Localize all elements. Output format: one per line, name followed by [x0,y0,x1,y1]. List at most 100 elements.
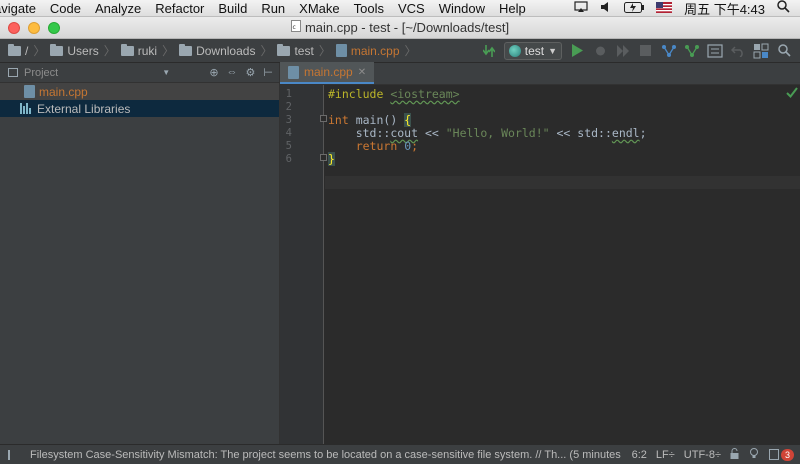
fold-marker-icon[interactable] [320,154,327,161]
battery-icon[interactable] [624,1,645,16]
run-coverage-icon[interactable] [615,43,631,59]
breadcrumb-users[interactable]: Users [50,43,99,58]
gear-icon[interactable]: ⚙ [246,66,256,79]
breadcrumb-separator: 〉 [33,44,46,58]
menu-tools[interactable]: Tools [347,0,391,17]
menu-bar: avigate Code Analyze Refactor Build Run … [0,0,800,17]
code-line-6: } [328,152,335,166]
navigation-bar: / 〉 Users 〉 ruki 〉 Downloads 〉 test 〉 ma… [0,39,800,63]
flag-icon[interactable] [656,1,673,16]
project-view-select[interactable]: Project [24,67,58,79]
breadcrumb-separator: 〉 [260,44,273,58]
code-line-1: #include <iostream> [328,87,460,101]
menu-code[interactable]: Code [43,0,88,17]
airplay-icon[interactable] [574,0,588,16]
breadcrumb-downloads[interactable]: Downloads [179,43,255,58]
svg-text:c: c [292,24,295,31]
tree-item-external-libraries[interactable]: External Libraries [0,100,279,117]
tree-item-main-cpp[interactable]: main.cpp [0,83,279,100]
breadcrumb-separator: 〉 [103,44,116,58]
vcs-commit-icon[interactable] [684,43,700,59]
caret-position[interactable]: 6:2 [632,449,647,461]
zoom-window-button[interactable] [48,22,60,34]
run-configuration-select[interactable]: test ▼ [503,41,562,60]
caret-row-highlight [325,176,800,189]
vcs-update-icon[interactable] [661,43,677,59]
menu-run[interactable]: Run [254,0,292,17]
tool-windows-icon[interactable] [8,449,10,460]
line-number: 4 [285,127,292,139]
window-title: main.cpp - test - [~/Downloads/test] [304,20,510,35]
folder-icon [179,43,193,56]
breadcrumb-separator: 〉 [162,44,175,58]
menu-vcs[interactable]: VCS [391,0,432,17]
collapse-all-icon[interactable]: ⇔ [227,66,238,79]
folder-icon [50,43,64,56]
window-title-bar: c main.cpp - test - [~/Downloads/test] [0,17,800,39]
project-view-icon [8,68,18,77]
breadcrumb-separator: 〉 [404,44,417,58]
config-icon [508,44,521,57]
search-everywhere-icon[interactable] [776,43,792,59]
menu-help[interactable]: Help [492,0,533,17]
folder-icon [8,43,21,56]
stop-icon[interactable] [638,43,654,59]
cpp-file-icon [335,44,347,57]
line-number: 5 [285,140,292,152]
dropdown-arrow-icon: ▼ [548,45,557,56]
library-icon [20,103,33,114]
scroll-from-source-icon[interactable]: ⊕ [209,66,218,79]
folder-icon [120,43,134,56]
lock-icon[interactable] [730,447,739,462]
menu-xmake[interactable]: XMake [292,0,346,17]
toolbar: test ▼ [481,41,800,60]
notification-count-badge: 3 [780,448,794,461]
editor-pane: main.cpp ✕ 1 2 3 4 5 6 #include <iostrea… [280,62,800,444]
menu-build[interactable]: Build [211,0,254,17]
project-structure-icon[interactable] [753,43,769,59]
line-number: 3 [285,114,292,126]
chevron-down-icon[interactable]: ▼ [162,68,170,77]
revert-icon[interactable] [730,43,746,59]
cpp-file-icon: c [290,17,301,39]
line-number: 6 [285,153,292,165]
menu-window[interactable]: Window [432,0,492,17]
minimize-window-button[interactable] [28,22,40,34]
inspector-icon[interactable] [748,447,760,462]
code-line-5: return 0; [355,139,419,153]
build-icon[interactable] [481,43,497,59]
search-icon[interactable] [777,0,790,16]
menu-navigate[interactable]: avigate [0,0,43,17]
menubar-clock[interactable]: 周五 下午4:43 [684,0,765,18]
line-number: 1 [285,88,292,100]
project-header: Project ▼ ⊕ ⇔ ⚙ ⊢ [0,63,279,83]
hide-icon[interactable]: ⊢ [263,66,273,79]
vcs-history-icon[interactable] [707,43,723,59]
close-window-button[interactable] [8,22,20,34]
status-bar: Filesystem Case-Sensitivity Mismatch: Th… [0,444,800,464]
close-icon[interactable]: ✕ [358,67,366,78]
breadcrumb-main-cpp[interactable]: main.cpp [335,44,400,58]
breadcrumb-root[interactable]: / [8,43,28,58]
run-icon[interactable] [569,43,585,59]
tab-main-cpp[interactable]: main.cpp ✕ [280,62,375,84]
debug-icon[interactable] [592,43,608,59]
line-separator[interactable]: LF÷ [656,449,675,461]
status-message[interactable]: Filesystem Case-Sensitivity Mismatch: Th… [30,449,623,461]
volume-icon[interactable] [600,1,612,16]
breadcrumb-ruki[interactable]: ruki [120,43,157,58]
file-encoding[interactable]: UTF-8÷ [684,449,721,461]
editor-tab-bar: main.cpp ✕ [280,62,800,85]
menu-analyze[interactable]: Analyze [88,0,148,17]
line-number: 2 [285,101,292,113]
breadcrumb-separator: 〉 [318,44,331,58]
breadcrumb-test[interactable]: test [277,43,314,58]
menu-refactor[interactable]: Refactor [148,0,211,17]
folder-icon [277,43,291,56]
inspection-ok-icon[interactable] [786,87,798,101]
project-tool-window: Project ▼ ⊕ ⇔ ⚙ ⊢ main.cpp External Libr… [0,63,280,444]
event-log-icon[interactable]: 3 [768,448,794,461]
cpp-file-icon [24,85,35,98]
fold-marker-icon[interactable] [320,115,327,122]
cpp-file-icon [288,65,299,79]
